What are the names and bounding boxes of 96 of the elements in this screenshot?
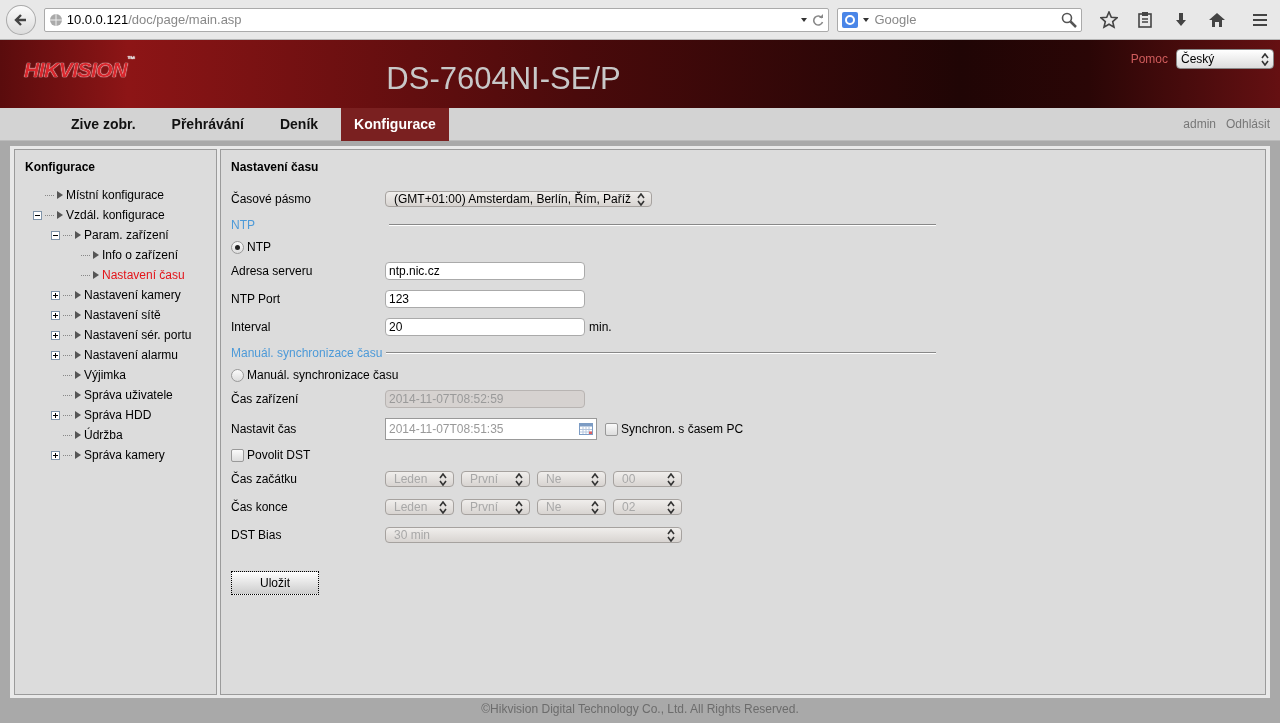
select-arrows-icon xyxy=(1261,52,1269,66)
section-heading: Manuál. synchronizace času xyxy=(231,345,383,362)
tree-item[interactable]: Správa HDD xyxy=(84,406,152,424)
timezone-select[interactable]: (GMT+01:00) Amsterdam, Berlín, Řím, Paříž xyxy=(385,191,653,207)
field-label: Interval xyxy=(231,319,272,336)
field-label: Čas zařízení xyxy=(231,390,300,408)
tree-arrow-icon xyxy=(57,211,63,219)
search-icon[interactable] xyxy=(1060,11,1077,28)
checkbox-label: Povolit DST xyxy=(247,447,311,464)
tree-arrow-icon xyxy=(75,411,81,419)
field-label: Nastavit čas xyxy=(231,421,298,438)
calendar-icon[interactable] xyxy=(579,423,593,435)
field-label: NTP Port xyxy=(231,291,282,308)
tree-item[interactable]: Info o zařízení xyxy=(102,246,179,264)
tree-item[interactable]: Správa uživatele xyxy=(84,386,173,404)
select-arrows-icon xyxy=(667,500,675,514)
select-arrows-icon xyxy=(439,500,447,514)
select-arrows-icon xyxy=(637,192,646,206)
tree-arrow-icon xyxy=(75,311,81,319)
back-button[interactable] xyxy=(6,4,36,35)
tree-arrow-icon xyxy=(75,291,81,299)
address-bar[interactable]: 10.0.0.121/doc/page/main.asp xyxy=(43,7,830,32)
expander-icon[interactable] xyxy=(51,290,60,300)
select-arrows-icon xyxy=(591,472,599,486)
select-arrows-icon xyxy=(667,528,675,542)
tree-arrow-icon xyxy=(75,451,81,459)
tree-item[interactable]: Param. zařízení xyxy=(84,226,169,244)
tree-item[interactable]: Nastavení sér. portu xyxy=(84,326,192,344)
radio-label: NTP xyxy=(247,239,271,256)
select-arrows-icon xyxy=(439,472,447,486)
unit-label: min. xyxy=(589,319,612,336)
checkbox[interactable] xyxy=(231,448,244,462)
expander-icon[interactable] xyxy=(33,210,42,220)
globe-icon xyxy=(48,12,63,27)
tree-arrow-icon xyxy=(57,191,63,199)
tree-item[interactable]: Nastavení alarmu xyxy=(84,346,179,364)
select-arrows-icon xyxy=(591,500,599,514)
tree-arrow-icon xyxy=(75,331,81,339)
bookmark-star-icon[interactable] xyxy=(1100,10,1119,29)
expander-icon[interactable] xyxy=(51,410,60,420)
checkbox-label: Synchron. s časem PC xyxy=(621,421,744,438)
back-arrow-icon xyxy=(12,11,29,28)
field-label: Časové pásmo xyxy=(231,190,313,208)
copyright-footer: ©Hikvision Digital Technology Co., Ltd. All Rights Reserved. xyxy=(0,700,1280,718)
sidebar-title: Konfigurace xyxy=(25,159,96,176)
radio-label: Manuál. synchronizace času xyxy=(247,367,399,384)
tree-item[interactable]: Nastavení kamery xyxy=(84,286,181,304)
tree-item[interactable]: Místní konfigurace xyxy=(66,186,165,204)
field-label: Adresa serveru xyxy=(231,263,314,280)
tree-arrow-icon xyxy=(93,251,99,259)
checkbox[interactable] xyxy=(605,422,618,436)
tree-arrow-icon xyxy=(75,431,81,439)
tree-arrow-icon xyxy=(93,271,99,279)
tree-item[interactable]: Nastavení času xyxy=(102,266,185,284)
tree-item[interactable]: Výjimka xyxy=(84,366,126,384)
tree-arrow-icon xyxy=(75,371,81,379)
nav-tab[interactable]: Zive zobr. xyxy=(58,107,149,141)
section-heading: NTP xyxy=(231,217,256,234)
clipboard-icon[interactable] xyxy=(1136,10,1155,29)
input-field[interactable]: 20 xyxy=(385,318,585,336)
radio-button[interactable] xyxy=(231,368,244,382)
home-icon[interactable] xyxy=(1207,10,1226,29)
field-label: Čas začátku xyxy=(231,470,299,488)
input-field[interactable]: 123 xyxy=(385,290,585,308)
expander-icon[interactable] xyxy=(51,450,60,460)
nav-tab[interactable]: Přehrávání xyxy=(158,107,257,141)
radio-button[interactable] xyxy=(231,240,244,254)
language-select[interactable]: Český xyxy=(1176,49,1274,69)
device-model: DS-7604NI-SE/P xyxy=(386,59,621,98)
logo: HIKVISION™ xyxy=(24,54,135,84)
select-arrows-icon xyxy=(515,472,523,486)
search-engine-icon[interactable] xyxy=(842,11,859,28)
tree-item[interactable]: Vzdál. konfigurace xyxy=(66,206,165,224)
tree-item[interactable]: Nastavení sítě xyxy=(84,306,161,324)
tree-item[interactable]: Údržba xyxy=(84,426,123,444)
field-label: Čas konce xyxy=(231,498,289,516)
expander-icon[interactable] xyxy=(51,230,60,240)
tree-arrow-icon xyxy=(75,231,81,239)
nav-tab[interactable]: Deník xyxy=(266,107,332,141)
select-arrows-icon xyxy=(515,500,523,514)
save-button[interactable]: Uložit xyxy=(231,571,319,595)
expander-icon[interactable] xyxy=(51,350,60,360)
nav-tab[interactable]: Konfigurace xyxy=(341,107,449,141)
tree-arrow-icon xyxy=(75,391,81,399)
url-path: /doc/page/main.asp xyxy=(128,11,242,27)
url-host: 10.0.0.121 xyxy=(66,11,129,27)
input-field[interactable]: ntp.nic.cz xyxy=(385,262,585,280)
select-arrows-icon xyxy=(667,472,675,486)
help-link[interactable]: Pomoc xyxy=(1130,50,1168,68)
field-label: DST Bias xyxy=(231,527,283,544)
expander-icon[interactable] xyxy=(51,330,60,340)
tree-item[interactable]: Správa kamery xyxy=(84,446,165,464)
search-field[interactable]: Google xyxy=(837,7,1082,32)
tree-arrow-icon xyxy=(75,351,81,359)
expander-icon[interactable] xyxy=(51,310,60,320)
section-title: Nastavení času xyxy=(231,159,320,176)
